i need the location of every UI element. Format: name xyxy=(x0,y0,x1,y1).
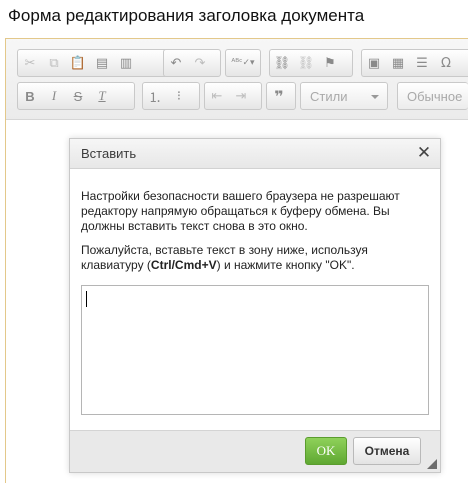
remove-format-icon[interactable]: T xyxy=(90,84,114,108)
styles-combo[interactable]: Стили xyxy=(300,82,388,110)
anchor-icon[interactable]: ⚑ xyxy=(318,51,342,75)
blockquote-group: ❞ xyxy=(266,82,296,110)
indent-icon[interactable]: ⇥ xyxy=(229,84,253,108)
paste-word-icon[interactable]: ▥ xyxy=(114,51,138,75)
unlink-icon[interactable]: ⛓ xyxy=(294,51,318,75)
special-char-icon[interactable]: Ω xyxy=(434,51,458,75)
bold-icon[interactable]: B xyxy=(18,84,42,108)
instruction-message: Пожалуйста, вставьте текст в зону ниже, … xyxy=(81,243,431,273)
ok-button[interactable]: OK xyxy=(305,437,347,465)
undo-group: ↶ ↷ xyxy=(163,49,221,77)
spellcheck-icon[interactable]: ᴬᴮᶜ✓▾ xyxy=(226,51,260,75)
text-caret xyxy=(86,291,87,307)
outdent-icon[interactable]: ⇤ xyxy=(205,84,229,108)
italic-icon[interactable]: I xyxy=(42,84,66,108)
clipboard-group: ✂ ⧉ 📋 ▤ ▥ xyxy=(17,49,168,77)
styles-combo-label: Стили xyxy=(310,89,348,104)
shortcut-text: Ctrl/Cmd+V xyxy=(150,258,217,272)
cut-icon[interactable]: ✂ xyxy=(18,51,42,75)
image-icon[interactable]: ▣ xyxy=(362,51,386,75)
numbered-list-icon[interactable]: ⒈ xyxy=(143,84,167,108)
copy-icon[interactable]: ⧉ xyxy=(42,51,66,75)
spellcheck-group: ᴬᴮᶜ✓▾ xyxy=(225,49,261,77)
cancel-button[interactable]: Отмена xyxy=(353,437,421,465)
security-message: Настройки безопасности вашего браузера н… xyxy=(81,189,400,233)
paste-icon[interactable]: 📋 xyxy=(66,51,90,75)
resize-grip-icon[interactable] xyxy=(427,459,437,469)
paste-dialog: Вставить ✕ Настройки безопасности вашего… xyxy=(69,138,441,473)
page-title: Форма редактирования заголовка документа xyxy=(8,6,365,25)
basicstyles-group: B I S T xyxy=(17,82,135,110)
indent-group: ⇤ ⇥ xyxy=(204,82,262,110)
insert-group: ▣ ▦ ☰ Ω xyxy=(361,49,468,77)
bulleted-list-icon[interactable]: ⁝ xyxy=(167,84,191,108)
table-icon[interactable]: ▦ xyxy=(386,51,410,75)
redo-icon[interactable]: ↷ xyxy=(188,51,212,75)
instruction-text-end: ) и нажмите кнопку "OK". xyxy=(216,258,355,272)
close-icon[interactable]: ✕ xyxy=(414,143,434,163)
dialog-titlebar[interactable]: Вставить ✕ xyxy=(70,139,440,169)
format-combo-label: Обычное xyxy=(407,89,463,104)
editor-toolbar: ✂ ⧉ 📋 ▤ ▥ ↶ ↷ ᴬᴮᶜ✓▾ ⛓ ⛓ ⚑ ▣ ▦ ☰ Ω B I S … xyxy=(6,39,468,120)
strike-icon[interactable]: S xyxy=(66,84,90,108)
chevron-down-icon xyxy=(371,95,379,99)
dialog-footer: OK Отмена xyxy=(70,430,440,472)
paste-textarea[interactable] xyxy=(81,285,429,415)
link-icon[interactable]: ⛓ xyxy=(270,51,294,75)
undo-icon[interactable]: ↶ xyxy=(164,51,188,75)
list-group: ⒈ ⁝ xyxy=(142,82,200,110)
horizontal-rule-icon[interactable]: ☰ xyxy=(410,51,434,75)
dialog-message: Настройки безопасности вашего браузера н… xyxy=(81,189,431,282)
blockquote-icon[interactable]: ❞ xyxy=(267,84,291,108)
link-group: ⛓ ⛓ ⚑ xyxy=(269,49,353,77)
paste-text-icon[interactable]: ▤ xyxy=(90,51,114,75)
dialog-title: Вставить xyxy=(81,146,137,161)
format-combo[interactable]: Обычное xyxy=(397,82,468,110)
